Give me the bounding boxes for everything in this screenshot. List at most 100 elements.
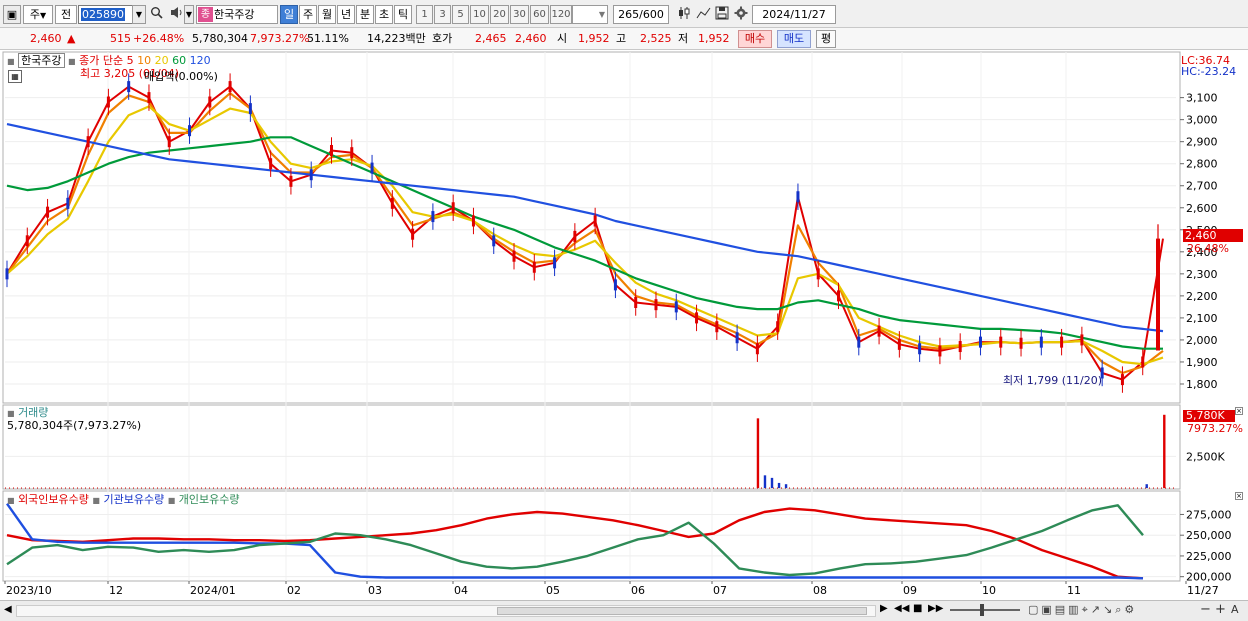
code-dropdown-icon[interactable]: ▼ [132, 5, 146, 24]
close-icon[interactable]: × [1235, 492, 1243, 500]
date-field[interactable]: 2024/11/27 [752, 5, 836, 24]
price-tick-label: 2,900 [1186, 136, 1218, 149]
zoom-slider[interactable] [950, 604, 1020, 616]
price-tick-label: 3,100 [1186, 92, 1218, 105]
price-tick-label: 2,600 [1186, 202, 1218, 215]
tab-period-6[interactable]: 틱 [394, 5, 412, 24]
zoom-out-icon[interactable]: − [1200, 602, 1211, 617]
minute-option-3[interactable]: 3 [434, 5, 451, 24]
last-candle-body [1156, 238, 1160, 351]
grid-toggle-icon[interactable]: ▦ [8, 70, 22, 83]
stock-type-badge: 종 [198, 7, 213, 22]
stock-name: 한국주강 [214, 8, 255, 21]
volume-bar [784, 484, 788, 488]
minute-option-120[interactable]: 120 [550, 5, 572, 24]
ma-period-20[interactable]: 20 [151, 54, 169, 67]
tab-period-2[interactable]: 월 [318, 5, 336, 24]
minute-select[interactable]: ▼ [572, 5, 608, 24]
scroll-thumb[interactable] [497, 607, 867, 615]
tab-period-5[interactable]: 초 [375, 5, 393, 24]
minute-option-1[interactable]: 1 [416, 5, 433, 24]
individual-holding-title[interactable]: 개인보유수량 [179, 493, 240, 506]
toolbar: ▣ 주▼ 전 025890 ▼ ▼ 종 한국주강 일주월년분초틱 1 3 5 10 20 3… [0, 0, 1248, 28]
first-icon[interactable]: ◀◀ [894, 603, 909, 614]
avg-button[interactable]: 평 [816, 30, 836, 48]
ma-period-60[interactable]: 60 [169, 54, 186, 67]
candle-body [451, 202, 455, 214]
candle-body [978, 336, 982, 348]
stock-name-box[interactable]: 종 한국주강 [196, 5, 278, 24]
sell-button[interactable]: 매도 [777, 30, 811, 48]
ma-period-120[interactable]: 120 [186, 54, 211, 67]
ma-period-5[interactable]: 5 [127, 54, 134, 67]
candle-body [147, 92, 151, 104]
save-icon[interactable] [713, 6, 730, 23]
line-draw-icon[interactable] [695, 6, 712, 23]
chart-area[interactable]: 3,1003,0002,9002,8002,7002,6002,5002,400… [0, 50, 1248, 600]
scroll-bar[interactable]: ◀ ▶ ◀◀ ■ ▶▶ ▢▣▤▥⌖↗↘⌕⚙ − + A [0, 600, 1248, 621]
prev-button[interactable]: 전 [55, 5, 77, 24]
institution-holding-title[interactable]: 기관보유수량 [103, 493, 164, 506]
volume-panel-title[interactable]: 거래량 [18, 406, 48, 419]
time-tick-label: 10 [982, 584, 996, 597]
scroll-left-icon[interactable]: ◀ [4, 604, 12, 615]
panel-dot-icon: ■ [68, 57, 76, 66]
zoom-slider-handle[interactable] [980, 604, 984, 616]
search-icon[interactable] [148, 6, 165, 23]
candle-body [46, 206, 50, 218]
volume-bar [777, 482, 781, 488]
candle-body [837, 290, 841, 302]
candle-body [958, 341, 962, 353]
trade-amount: 14,223백만 [367, 32, 426, 45]
minute-option-10[interactable]: 10 [470, 5, 489, 24]
panel-dot-icon: ■ [92, 496, 100, 505]
time-tick-label: 08 [813, 584, 827, 597]
buy-button[interactable]: 매수 [738, 30, 772, 48]
candle-body [390, 197, 394, 209]
bar-count-total: /600 [639, 8, 664, 21]
gear-icon[interactable] [732, 6, 749, 23]
time-tick-label: 11/27 [1187, 584, 1219, 597]
chart-svg[interactable]: 3,1003,0002,9002,8002,7002,6002,5002,400… [0, 50, 1248, 600]
ma-title[interactable]: 종가 단순 [79, 54, 123, 67]
price-change: 515 [110, 32, 131, 45]
scroll-track[interactable] [16, 605, 876, 617]
candle-body [188, 125, 192, 137]
minute-option-60[interactable]: 60 [530, 5, 549, 24]
price-panel-title[interactable]: 한국주강 [18, 53, 65, 68]
bar-count-field[interactable]: 265/600 [613, 5, 669, 24]
tab-period-1[interactable]: 주 [299, 5, 317, 24]
period-type-label: 주 [29, 8, 40, 21]
period-type-select[interactable]: 주▼ [23, 5, 53, 24]
candle-body [634, 296, 638, 308]
minute-option-20[interactable]: 20 [490, 5, 509, 24]
candle-type-icon[interactable] [676, 6, 693, 23]
tab-period-4[interactable]: 분 [356, 5, 374, 24]
candle-body [735, 332, 739, 344]
volume-panel-header: ■ 거래량 [7, 406, 48, 420]
ma-period-10[interactable]: 10 [134, 54, 151, 67]
window-icon[interactable]: ▣ [3, 5, 21, 24]
candle-body [208, 96, 212, 108]
close-icon[interactable]: × [1235, 407, 1243, 415]
volume-bar [1145, 484, 1148, 488]
speaker-dropdown-icon[interactable]: ▼ [184, 5, 194, 24]
last-icon[interactable]: ▶▶ [928, 603, 943, 614]
candle-body [654, 299, 658, 311]
candle-body [167, 136, 171, 148]
minute-option-30[interactable]: 30 [510, 5, 529, 24]
minute-option-5[interactable]: 5 [452, 5, 469, 24]
scroll-right-icon[interactable]: ▶ [880, 603, 888, 614]
tab-period-0[interactable]: 일 [280, 5, 298, 24]
tab-period-3[interactable]: 년 [337, 5, 355, 24]
overlay-note: 매입액(0.00%) [144, 70, 218, 83]
high-label: 고 [616, 32, 627, 45]
zoom-in-icon[interactable]: + [1215, 602, 1226, 617]
stop-icon[interactable]: ■ [913, 603, 922, 614]
text-size-icon[interactable]: A [1231, 603, 1239, 616]
foreign-holding-title[interactable]: 외국인보유수량 [18, 493, 89, 506]
tool-icons[interactable]: ▢▣▤▥⌖↗↘⌕⚙ [1028, 603, 1137, 617]
candle-body [796, 191, 800, 203]
price-change-pct: +26.48% [133, 32, 185, 45]
speaker-icon[interactable] [168, 6, 185, 23]
